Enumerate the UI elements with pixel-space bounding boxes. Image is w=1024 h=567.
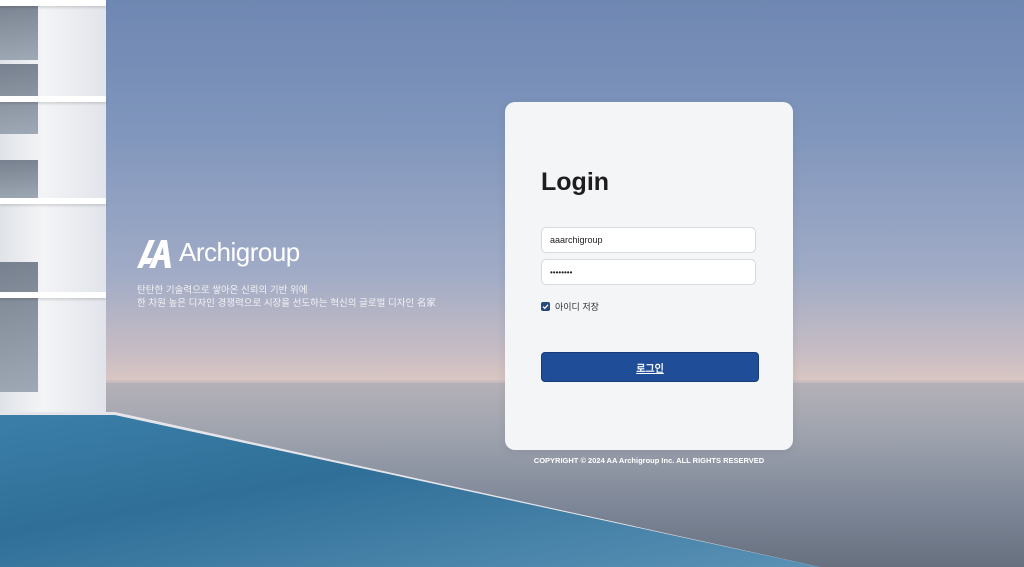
tagline-line-2: 한 차원 높은 디자인 경쟁력으로 시장을 선도하는 혁신의 글로벌 디자인 名… <box>137 298 436 309</box>
building-window <box>0 262 38 392</box>
building-floor <box>0 292 106 298</box>
copyright-text: COPYRIGHT © 2024 AA Archigroup Inc. ALL … <box>533 456 765 465</box>
brand-tagline: 탄탄한 기술력으로 쌓아온 신뢰의 기반 위에 한 차원 높은 디자인 경쟁력으… <box>137 284 436 310</box>
remember-id[interactable]: 아이디 저장 <box>541 300 599 313</box>
brand-block: Archigroup 탄탄한 기술력으로 쌓아온 신뢰의 기반 위에 한 차원 … <box>137 236 436 310</box>
remember-checkbox[interactable] <box>541 302 550 311</box>
building-window <box>0 0 38 60</box>
login-card: Login aaarchigroup •••••••• 아이디 저장 로그인 <box>505 102 793 450</box>
brand-name: Archigroup <box>179 236 300 267</box>
username-field[interactable]: aaarchigroup <box>541 227 756 253</box>
password-field[interactable]: •••••••• <box>541 259 756 285</box>
login-title: Login <box>541 168 610 196</box>
building-floor <box>0 0 106 6</box>
tagline-line-1: 탄탄한 기술력으로 쌓아온 신뢰의 기반 위에 <box>137 285 308 296</box>
checkmark-icon <box>542 304 549 310</box>
archigroup-logo-icon <box>137 240 171 268</box>
building-window <box>0 160 38 200</box>
login-button[interactable]: 로그인 <box>541 352 759 382</box>
building <box>0 0 106 430</box>
building-floor <box>0 198 106 204</box>
remember-label: 아이디 저장 <box>555 302 599 312</box>
building-floor <box>0 96 106 102</box>
